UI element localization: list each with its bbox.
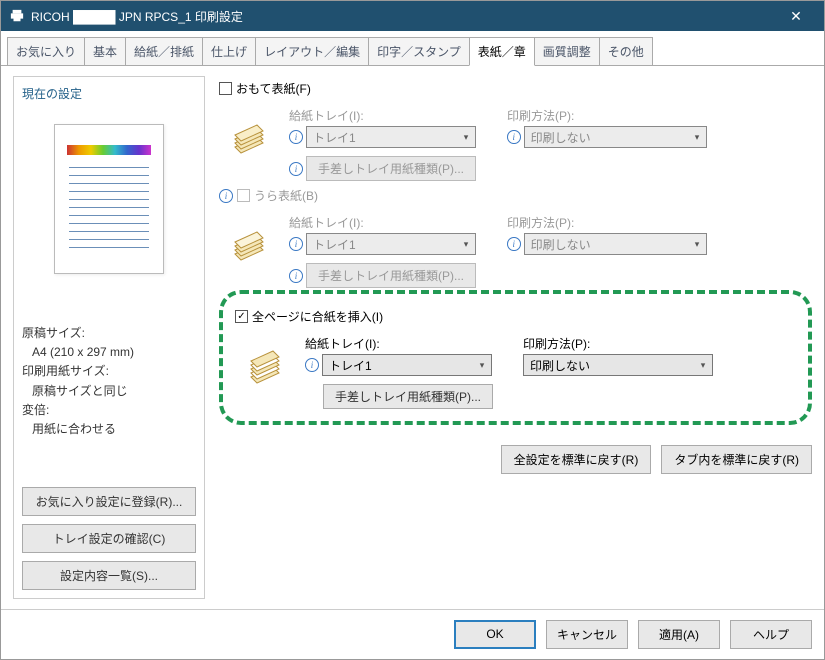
front-method-label: 印刷方法(P): — [507, 107, 574, 124]
slip-method-select[interactable]: 印刷しない ▾ — [523, 354, 713, 376]
tab-stamp[interactable]: 印字／スタンプ — [368, 37, 470, 65]
setting-list-button[interactable]: 設定内容一覧(S)... — [22, 561, 196, 590]
doc-size-label: 原稿サイズ: — [22, 324, 196, 343]
slip-tray-label: 給紙トレイ(I): — [305, 335, 380, 352]
current-settings-title: 現在の設定 — [22, 85, 196, 102]
slip-sheet-row: 全ページに合紙を挿入(I) — [235, 308, 796, 325]
chevron-down-icon: ▾ — [688, 239, 706, 250]
slip-sheet-checkbox[interactable] — [235, 310, 248, 323]
tab-other[interactable]: その他 — [599, 37, 653, 65]
tab-bar: お気に入り 基本 給紙／排紙 仕上げ レイアウト／編集 印字／スタンプ 表紙／章… — [1, 31, 824, 66]
tray-confirm-button[interactable]: トレイ設定の確認(C) — [22, 524, 196, 553]
back-method-select: 印刷しない ▾ — [524, 233, 707, 255]
back-cover-checkbox — [237, 189, 250, 202]
back-tray-select: トレイ1 ▾ — [306, 233, 476, 255]
tab-paper-feed[interactable]: 給紙／排紙 — [125, 37, 203, 65]
settings-summary: 原稿サイズ: A4 (210 x 297 mm) 印刷用紙サイズ: 原稿サイズと… — [22, 324, 196, 439]
chevron-down-icon: ▾ — [694, 360, 712, 371]
chevron-down-icon: ▾ — [457, 132, 475, 143]
front-cover-row: おもて表紙(F) — [219, 80, 812, 97]
dialog-footer: OK キャンセル 適用(A) ヘルプ — [1, 609, 824, 659]
info-icon: i — [289, 269, 303, 283]
front-tray-select: トレイ1 ▾ — [306, 126, 476, 148]
window-title: RICOH █████ JPN RPCS_1 印刷設定 — [31, 8, 776, 25]
close-button[interactable]: ✕ — [776, 1, 816, 31]
tab-favorites[interactable]: お気に入り — [7, 37, 85, 65]
chevron-down-icon: ▾ — [457, 239, 475, 250]
back-cover-icon — [219, 214, 279, 274]
slip-sheet-highlight: 全ページに合紙を挿入(I) 給紙トレイ(I): i — [219, 290, 812, 425]
slip-sheet-label: 全ページに合紙を挿入(I) — [252, 308, 383, 325]
tab-basic[interactable]: 基本 — [84, 37, 126, 65]
back-tray-label: 給紙トレイ(I): — [289, 214, 364, 231]
info-icon: i — [507, 130, 521, 144]
back-cover-label: うら表紙(B) — [254, 187, 318, 204]
front-cover-checkbox[interactable] — [219, 82, 232, 95]
doc-size-value: A4 (210 x 297 mm) — [22, 343, 196, 362]
scale-value: 用紙に合わせる — [22, 420, 196, 439]
tab-image-quality[interactable]: 画質調整 — [534, 37, 600, 65]
info-icon: i — [289, 162, 303, 176]
front-cover-label: おもて表紙(F) — [236, 80, 311, 97]
chevron-down-icon: ▾ — [473, 360, 491, 371]
info-icon: i — [507, 237, 521, 251]
tab-cover-chapter[interactable]: 表紙／章 — [469, 37, 535, 66]
slip-method-label: 印刷方法(P): — [523, 335, 590, 352]
slip-tray-select[interactable]: トレイ1 ▾ — [322, 354, 492, 376]
info-icon: i — [219, 189, 233, 203]
titlebar: RICOH █████ JPN RPCS_1 印刷設定 ✕ — [1, 1, 824, 31]
reset-tab-button[interactable]: タブ内を標準に戻す(R) — [661, 445, 812, 474]
paper-size-label: 印刷用紙サイズ: — [22, 362, 196, 381]
reset-all-button[interactable]: 全設定を標準に戻す(R) — [501, 445, 652, 474]
content-area: 現在の設定 原稿サイズ: A4 (210 x 297 mm) 印刷用紙サイズ: … — [1, 66, 824, 609]
reset-buttons-row: 全設定を標準に戻す(R) タブ内を標準に戻す(R) — [219, 445, 812, 474]
back-bypass-button: 手差しトレイ用紙種類(P)... — [306, 263, 476, 288]
page-preview — [39, 114, 179, 288]
info-icon: i — [305, 358, 319, 372]
print-settings-window: RICOH █████ JPN RPCS_1 印刷設定 ✕ お気に入り 基本 給… — [0, 0, 825, 660]
back-method-label: 印刷方法(P): — [507, 214, 574, 231]
slip-bypass-button[interactable]: 手差しトレイ用紙種類(P)... — [323, 384, 493, 409]
front-tray-label: 給紙トレイ(I): — [289, 107, 364, 124]
scale-label: 変倍: — [22, 401, 196, 420]
info-icon: i — [289, 130, 303, 144]
left-panel: 現在の設定 原稿サイズ: A4 (210 x 297 mm) 印刷用紙サイズ: … — [13, 76, 205, 599]
back-cover-row: i うら表紙(B) — [219, 187, 812, 204]
front-bypass-button: 手差しトレイ用紙種類(P)... — [306, 156, 476, 181]
help-button[interactable]: ヘルプ — [730, 620, 812, 649]
cancel-button[interactable]: キャンセル — [546, 620, 628, 649]
tab-layout-edit[interactable]: レイアウト／編集 — [255, 37, 369, 65]
apply-button[interactable]: 適用(A) — [638, 620, 720, 649]
printer-icon — [9, 8, 25, 24]
chevron-down-icon: ▾ — [688, 132, 706, 143]
right-panel: おもて表紙(F) 給紙トレイ(I): i トレイ1 — [219, 76, 812, 599]
info-icon: i — [289, 237, 303, 251]
front-method-select: 印刷しない ▾ — [524, 126, 707, 148]
paper-size-value: 原稿サイズと同じ — [22, 382, 196, 401]
tab-finishing[interactable]: 仕上げ — [202, 37, 256, 65]
register-favorite-button[interactable]: お気に入り設定に登録(R)... — [22, 487, 196, 516]
ok-button[interactable]: OK — [454, 620, 536, 649]
slip-sheet-icon — [235, 335, 295, 395]
front-cover-icon — [219, 107, 279, 167]
